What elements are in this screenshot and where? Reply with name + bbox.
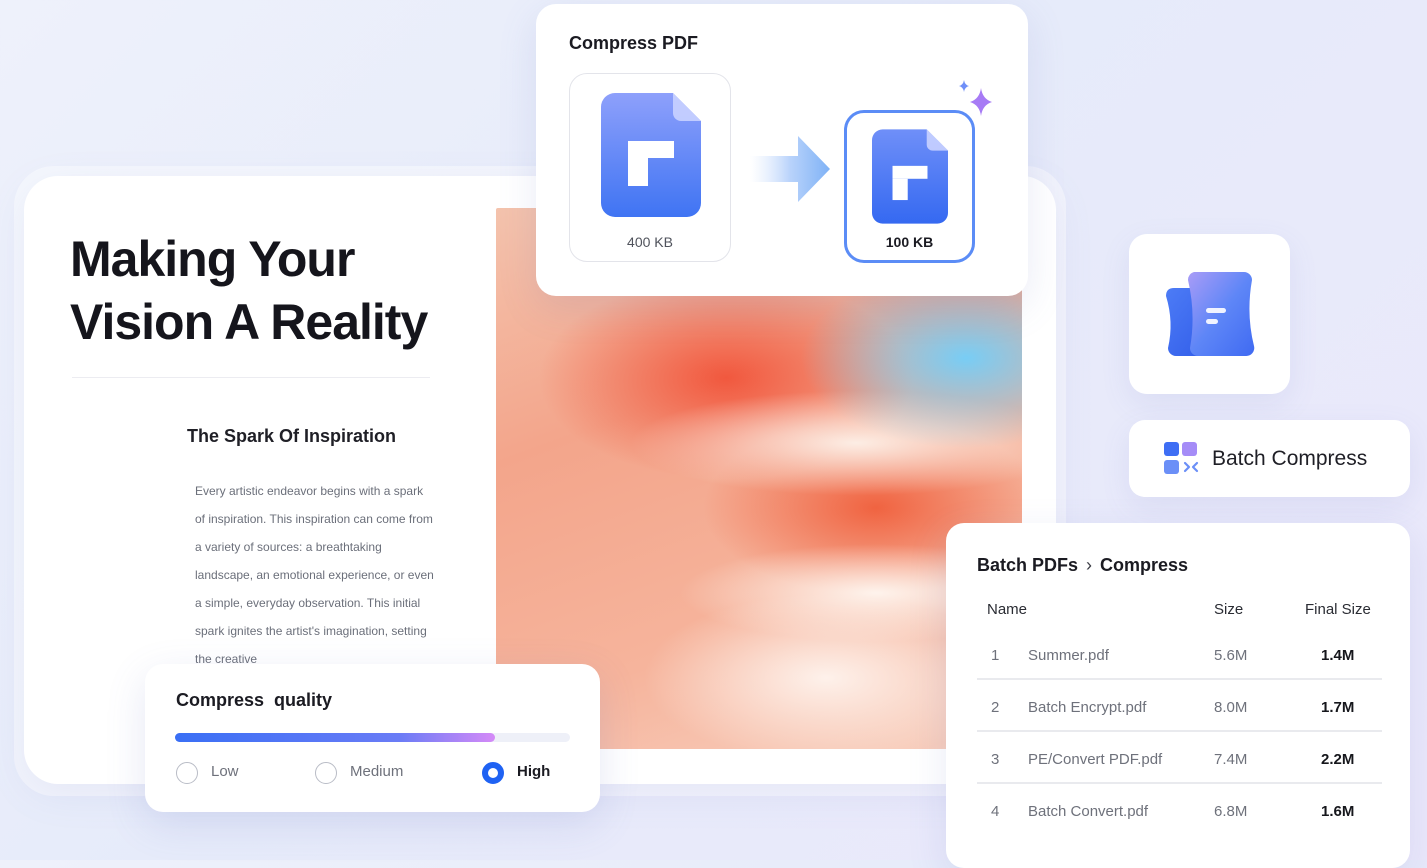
file-name: Batch Encrypt.pdf — [1028, 699, 1147, 716]
document-body-text: Every artistic endeavor begins with a sp… — [195, 484, 434, 665]
compress-quality-title: Compress quality — [176, 690, 333, 710]
document-title: Making Your Vision A Reality — [70, 228, 470, 354]
final-size: 2.2M — [1321, 751, 1355, 768]
breadcrumb-current: Compress — [1100, 555, 1189, 575]
pdf-app-logo-icon — [1166, 272, 1255, 357]
row-index: 2 — [991, 699, 1000, 716]
compressed-size: 100 KB — [885, 234, 934, 250]
batch-compress-label: Batch Compress — [1212, 447, 1368, 470]
quality-option-medium-radio[interactable] — [315, 762, 337, 784]
breadcrumb-parent[interactable]: Batch PDFs — [977, 555, 1078, 576]
quality-option-high-label[interactable]: High — [517, 763, 550, 780]
row-index: 1 — [991, 647, 1000, 664]
quality-option-low-radio[interactable] — [176, 762, 198, 784]
column-header-final-size[interactable]: Final Size — [1305, 601, 1371, 618]
quality-option-low-label[interactable]: Low — [211, 763, 239, 780]
breadcrumb: Batch PDFs › Compress — [977, 555, 1188, 576]
breadcrumb-separator: › — [1086, 555, 1093, 575]
document-title-line2: Vision A Reality — [70, 294, 428, 350]
final-size: 1.4M — [1321, 647, 1355, 664]
quality-slider[interactable] — [175, 733, 570, 742]
table-row[interactable]: 3 PE/Convert PDF.pdf 7.4M 2.2M — [977, 734, 1382, 786]
quality-slider-fill — [175, 733, 495, 742]
pdf-file-icon — [872, 129, 948, 224]
table-row[interactable]: 2 Batch Encrypt.pdf 8.0M 1.7M — [977, 682, 1382, 734]
final-size: 1.6M — [1321, 803, 1355, 820]
arrow-right-icon — [750, 136, 830, 202]
pdf-file-icon — [601, 93, 701, 217]
original-size: 400 KB — [627, 234, 673, 250]
row-divider — [977, 730, 1382, 732]
document-divider — [72, 377, 430, 378]
file-size: 5.6M — [1214, 647, 1248, 664]
quality-option-medium-label[interactable]: Medium — [350, 763, 403, 780]
row-divider — [977, 782, 1382, 784]
document-subtitle: The Spark Of Inspiration — [187, 426, 397, 446]
file-name: Summer.pdf — [1028, 647, 1109, 664]
quality-option-high-radio[interactable] — [482, 762, 504, 784]
file-name: Batch Convert.pdf — [1028, 803, 1149, 820]
file-size: 7.4M — [1214, 751, 1248, 768]
file-size: 8.0M — [1214, 699, 1248, 716]
column-header-name[interactable]: Name — [987, 601, 1027, 618]
file-name: PE/Convert PDF.pdf — [1028, 751, 1163, 768]
row-divider — [977, 678, 1382, 680]
table-row[interactable]: 1 Summer.pdf 5.6M 1.4M — [977, 630, 1382, 682]
final-size: 1.7M — [1321, 699, 1355, 716]
batch-grid-icon — [1164, 442, 1199, 474]
row-index: 3 — [991, 751, 1000, 768]
compress-pdf-title: Compress PDF — [569, 33, 699, 53]
table-row[interactable]: 4 Batch Convert.pdf 6.8M 1.6M — [977, 786, 1382, 838]
file-size: 6.8M — [1214, 803, 1248, 820]
document-title-line1: Making Your — [70, 231, 355, 287]
row-index: 4 — [991, 803, 1000, 820]
sparkle-icon — [959, 80, 992, 116]
column-header-size[interactable]: Size — [1214, 601, 1243, 618]
